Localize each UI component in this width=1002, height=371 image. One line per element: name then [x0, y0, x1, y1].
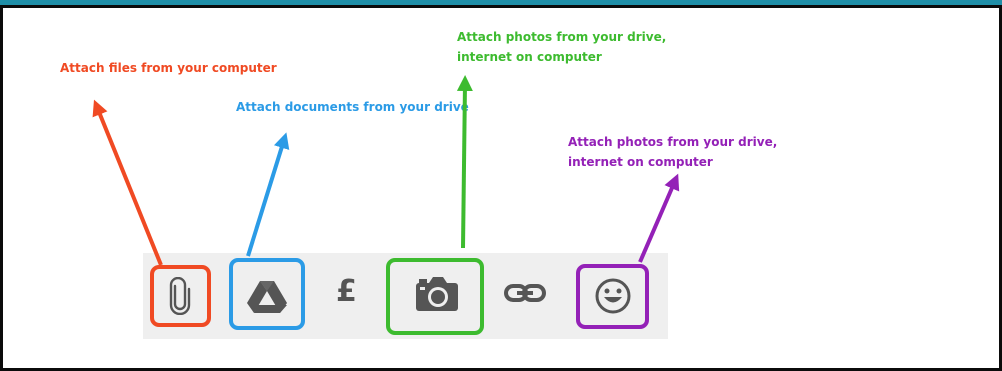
- arrow-purple: [638, 173, 680, 263]
- annotation-arrows: [92, 75, 680, 266]
- arrow-red: [92, 99, 163, 266]
- arrow-blue: [246, 132, 290, 257]
- arrow-green: [456, 75, 473, 249]
